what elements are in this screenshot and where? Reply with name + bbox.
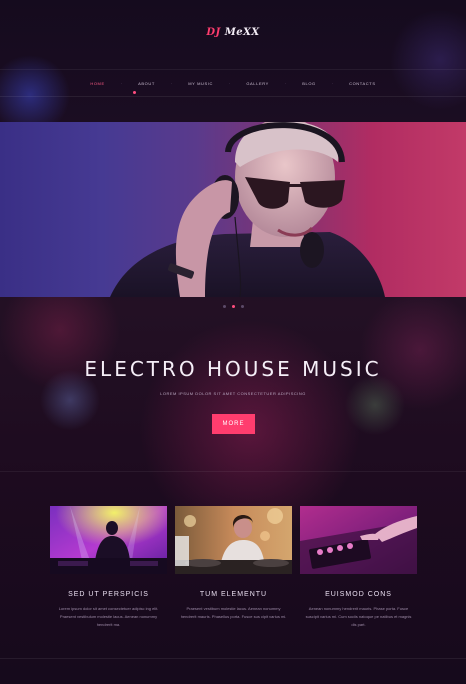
header: DJ MeXX HOME · ABOUT · MY MUSIC · GALLER…	[0, 0, 466, 120]
nav-active-indicator	[133, 91, 136, 94]
card-title: TUM ELEMENTU	[199, 591, 268, 598]
card-image[interactable]	[175, 506, 292, 574]
nav-separator: ·	[228, 80, 231, 86]
card-description: Aenean nonummy hendrerit mauris. Phase p…	[305, 606, 412, 627]
nav-item-home[interactable]: HOME	[88, 81, 106, 86]
card-title: SED UT PERSPICIS	[68, 591, 149, 598]
card-image[interactable]	[50, 506, 167, 574]
nav-separator: ·	[284, 80, 287, 86]
main-nav: HOME · ABOUT · MY MUSIC · GALLERY · BLOG…	[0, 78, 466, 88]
logo-dj: DJ	[206, 27, 221, 38]
nav-item-my-music[interactable]: MY MUSIC	[186, 81, 215, 86]
nav-item-blog[interactable]: BLOG	[300, 81, 318, 86]
feature-card: TUM ELEMENTU Praesent vestibum molestie …	[175, 506, 292, 621]
section-subline: LOREM IPSUM DOLOR SIT AMET CONSECTETUER …	[160, 391, 306, 396]
dj-on-stage-photo	[50, 506, 167, 574]
nav-separator: ·	[120, 80, 123, 86]
section-headline: ELECTRO HOUSE MUSIC	[84, 357, 382, 381]
hero-dj-photo	[110, 122, 385, 297]
card-description: Praesent vestibum molestie lacus. Aenean…	[180, 606, 287, 619]
slider-dot[interactable]	[240, 305, 244, 308]
site-logo[interactable]: DJ MeXX	[0, 27, 466, 38]
nav-item-about[interactable]: ABOUT	[136, 81, 157, 86]
nav-divider-bottom	[0, 96, 466, 97]
nav-separator: ·	[170, 80, 173, 86]
slider-dot[interactable]	[222, 305, 226, 308]
nav-divider-top	[0, 69, 466, 70]
footer-divider	[0, 658, 466, 659]
logo-name: MeXX	[224, 27, 260, 38]
page: DJ MeXX HOME · ABOUT · MY MUSIC · GALLER…	[0, 0, 466, 684]
hero-slider	[0, 122, 466, 297]
feature-card: SED UT PERSPICIS Lorem ipsum dolor sit a…	[50, 506, 167, 629]
female-dj-turntables-photo	[175, 506, 292, 574]
more-button[interactable]: MORE	[212, 414, 255, 434]
card-title: EUISMOD CONS	[325, 591, 392, 598]
nav-separator: ·	[331, 80, 334, 86]
nav-item-contacts[interactable]: CONTACTS	[347, 81, 378, 86]
card-image[interactable]	[300, 506, 417, 574]
section-divider	[0, 471, 466, 472]
slider-pagination	[0, 305, 466, 308]
card-description: Lorem ipsum dolor sit amet consectetuer …	[58, 606, 159, 627]
slider-dot-active[interactable]	[231, 305, 235, 308]
feature-card: EUISMOD CONS Aenean nonummy hendrerit ma…	[300, 506, 417, 629]
dj-mixer-hands-photo	[300, 506, 417, 574]
nav-item-gallery[interactable]: GALLERY	[244, 81, 271, 86]
